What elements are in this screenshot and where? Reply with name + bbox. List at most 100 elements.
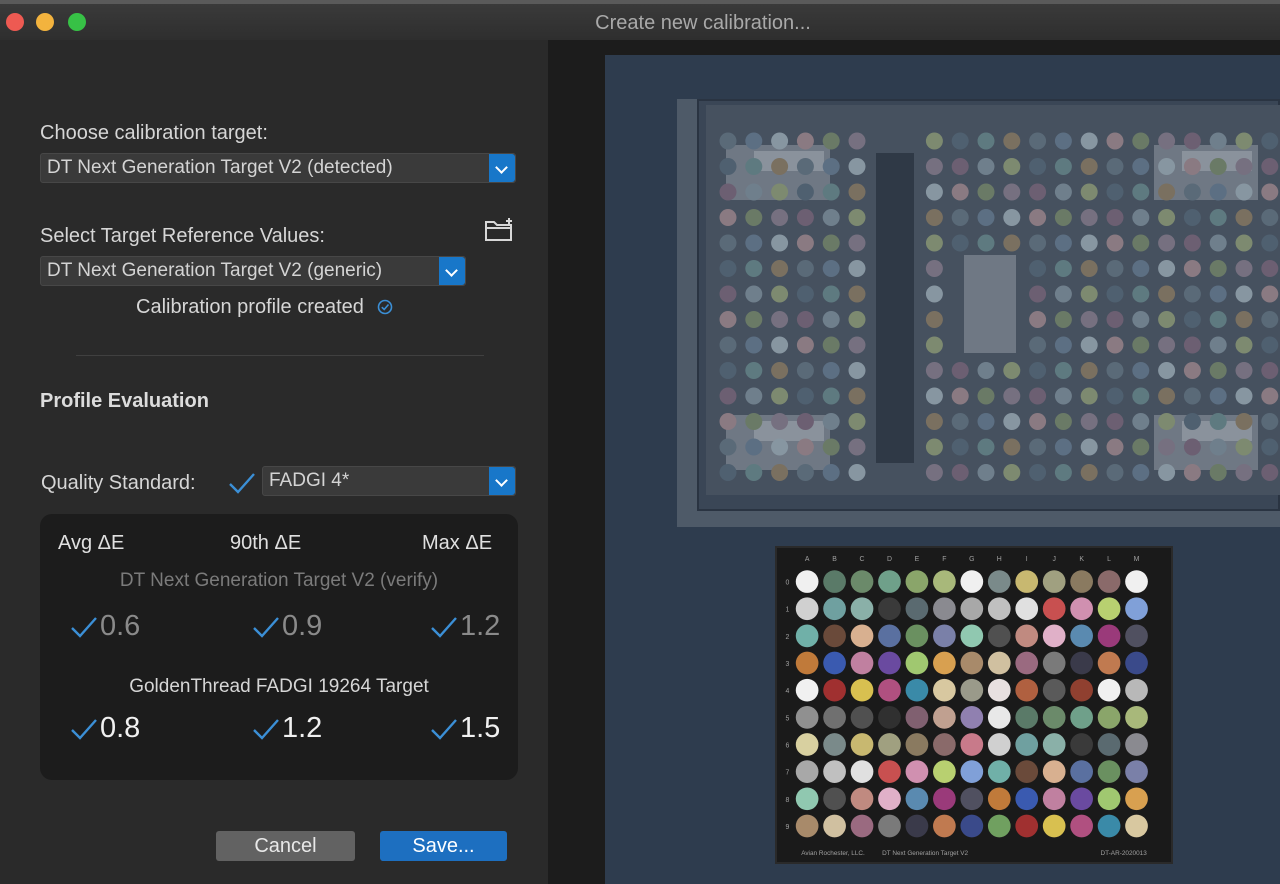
dt-patch [796,413,814,430]
fadgi-patch [1125,705,1148,729]
fadgi-patch [1042,733,1066,756]
reference-select[interactable]: DT Next Generation Target V2 (generic) [40,256,466,286]
fadgi-patch [850,760,874,784]
chevron-down-icon[interactable] [489,467,515,495]
dt-patch [1106,464,1124,481]
dt-patch [1003,183,1021,201]
dt-patch [771,132,789,150]
fadgi-patch [795,760,819,784]
chevron-down-icon[interactable] [439,257,465,285]
dt-patch [745,336,763,354]
quality-standard-select[interactable]: FADGI 4* [262,466,516,496]
fadgi-patch [1042,624,1066,648]
dt-patch [925,464,943,481]
dt-patch [719,234,737,252]
dt-patch [1106,311,1124,328]
dt-patch [1183,413,1201,430]
dt-patch [1003,464,1021,481]
fadgi-patch [1070,678,1093,702]
fadgi-patch [1015,651,1039,675]
dt-patch [1080,132,1098,150]
dt-patch [745,413,763,430]
dt-patch [848,311,866,328]
fadgi-column-label: I [1026,556,1028,563]
dt-patch [1080,209,1098,226]
dt-patch [1106,387,1124,405]
cancel-button[interactable]: Cancel [216,831,355,861]
fadgi-patch [1015,570,1039,593]
dt-patch [951,132,969,150]
fadgi-patch [1125,678,1148,702]
dt-patch [1106,158,1124,175]
folder-add-icon[interactable] [484,217,514,243]
dt-patch [1158,413,1176,430]
fadgi-patch [850,733,874,756]
dt-patch [1158,336,1176,354]
fadgi-patch [933,624,956,648]
fadgi-column-label: F [942,556,946,563]
fadgi-patch [795,705,819,729]
dt-patch [1158,132,1176,150]
dt-patch [771,336,789,354]
dt-patch [796,234,814,252]
dt-patch [1054,209,1072,226]
fadgi-patch [905,678,929,702]
fadgi-patch [1097,651,1121,675]
dt-patch [719,387,737,405]
dt-patch [1029,132,1047,150]
fadgi-patch [1097,678,1121,702]
dt-patch [1235,438,1253,456]
fadgi-patch [823,787,846,811]
reference-select-value: DT Next Generation Target V2 (generic) [47,260,383,281]
fadgi-patch [795,733,819,756]
dt-patch [977,132,995,150]
fadgi-patch [960,651,984,675]
save-button[interactable]: Save... [380,831,507,861]
fadgi-patch [960,678,984,702]
dt-patch [977,387,995,405]
divider [76,355,484,356]
dt-patch [1261,387,1279,405]
target-select[interactable]: DT Next Generation Target V2 (detected) [40,153,516,183]
dt-patch [1106,209,1124,226]
fadgi-patch [987,705,1011,729]
dt-patch [822,362,840,379]
fadgi-patch [850,624,874,648]
dt-patch [1029,234,1047,252]
dt-patch [1261,183,1279,201]
fadgi-patch [1125,624,1148,648]
dt-patch [796,158,814,175]
dt-patch [951,387,969,405]
fadgi-patch [960,733,984,756]
dt-patch [796,183,814,201]
fadgi-patch [823,733,846,756]
dt-patch [1158,362,1176,379]
fadgi-patch [987,733,1011,756]
chevron-down-icon[interactable] [489,154,515,182]
check-icon [229,473,255,494]
fadgi-patch [905,624,929,648]
verify-max-value: 1.2 [430,610,500,643]
dt-patch [796,132,814,150]
fadgi-patch [1125,570,1148,593]
dt-patch [925,311,943,328]
dt-patch [1183,336,1201,354]
dt-patch [848,285,866,303]
fadgi-patch [850,570,874,593]
dt-patch [771,158,789,175]
fadgi-patch [795,570,819,593]
dt-patch [1235,336,1253,354]
dt-patch [1029,413,1047,430]
dt-patch [951,464,969,481]
dt-patch [1132,464,1150,481]
dt-patch [1054,438,1072,456]
fadgi-patch [1015,678,1039,702]
fadgi-patch [933,814,956,838]
fadgi-patch [1070,814,1093,838]
dt-patch [1235,260,1253,277]
dt-patch [822,387,840,405]
dt-patch [1003,438,1021,456]
dt-patch [1261,158,1279,175]
fadgi-patch [823,760,846,784]
fadgi-row-label: 2 [785,634,789,641]
